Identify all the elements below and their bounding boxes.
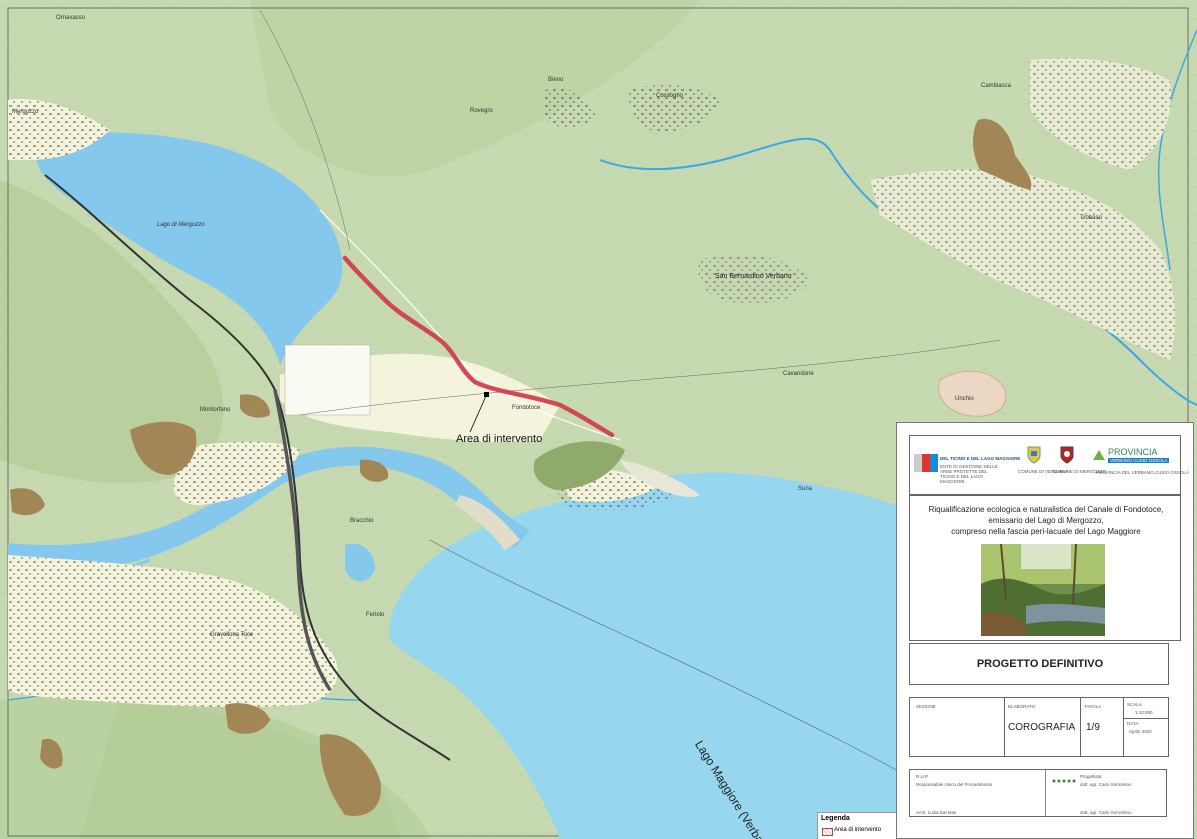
label-lago-mergozzo: Lago di Mergozzo [157, 222, 205, 228]
logos-box: DEL TICINO E DEL LAGO MAGGIORE ENTE DI G… [909, 435, 1189, 495]
mergozzo-crest-icon [1060, 446, 1074, 464]
label-fondotoce: Fondotoce [512, 405, 541, 411]
scala-label: SCALA [1127, 702, 1142, 707]
label-feriolo: Feriolo [366, 612, 385, 618]
label-montorfano: Montorfano [200, 407, 231, 413]
provincia-caption: PROVINCIA DEL VERBANO CUSIO OSSOLA [1096, 470, 1189, 475]
project-box: Riqualificazione ecologica e naturalisti… [909, 495, 1181, 641]
legend-swatch-intervento [822, 828, 833, 836]
label-area-intervento: Area di intervento [456, 433, 543, 445]
legend-item-label: Area di intervento [834, 827, 882, 833]
verbania-crest-icon [1027, 446, 1041, 464]
urban-white-field [284, 344, 371, 416]
data-value: Aprile 2022 [1129, 729, 1152, 734]
legend-title: Legenda [821, 815, 850, 822]
elaborato-value: COROGRAFIA [1008, 722, 1076, 733]
progettista-name: dott. agr. Carlo Sorrentino [1080, 782, 1132, 787]
label-cavandone: Cavandone [783, 371, 814, 377]
project-photo [981, 544, 1105, 636]
label-bieno: Bieno [548, 77, 564, 83]
rup-name: Arch. Luisa Dal Mas [916, 810, 957, 815]
label-ornavasso: Ornavasso [56, 15, 86, 21]
title-block: DEL TICINO E DEL LAGO MAGGIORE ENTE DI G… [896, 422, 1194, 839]
label-bracchio: Bracchio [350, 518, 374, 524]
stage-title: PROGETTO DEFINITIVO [976, 658, 1104, 670]
label-san-bernardino: San Bernardino Verbano [715, 273, 792, 280]
ente-logo [914, 452, 938, 474]
project-title-line-1: Riqualificazione ecologica e naturalisti… [928, 505, 1164, 514]
label-gravellona: Gravellona Toce [210, 632, 254, 638]
label-rovegro: Rovegro [470, 108, 493, 114]
label-trobaso: Trobaso [1080, 215, 1102, 221]
label-unchio: Unchio [955, 396, 974, 402]
stage-box: PROGETTO DEFINITIVO [909, 643, 1169, 685]
provincia-logo-icon [1092, 448, 1106, 462]
data-label: DATA [1127, 721, 1139, 726]
project-title-line-3: compreso nella fascia peri-lacuale del L… [951, 527, 1141, 536]
elaborato-label: ELABORATO [1008, 704, 1036, 709]
sezione-label: SEZIONE [916, 704, 936, 709]
ente-caption: ENTE DI GESTIONE DELLE AREE PROTETTE DEL… [940, 464, 998, 484]
credits-box: R.U.P. Responsabile Unico del Procedimen… [909, 769, 1167, 817]
progettista-signature: dott. agr. Carlo Sorrentino [1080, 810, 1132, 815]
rup-role: Responsabile Unico del Procedimento [916, 782, 993, 787]
tavola-label: TAVOLA [1084, 704, 1102, 709]
provincia-wordmark: PROVINCIA [1108, 447, 1158, 457]
progettista-logo [1050, 776, 1076, 790]
label-suna: Suna [798, 486, 813, 492]
legend: Legenda Area di intervento [817, 812, 899, 839]
label-cambiasca: Cambiasca [981, 83, 1012, 89]
map: Mergozzo Lago di Mergozzo Cossogno Cambi… [0, 0, 1197, 839]
provincia-subwordmark: VERBANO CUSIO OSSOLA [1108, 458, 1170, 463]
ente-text: DEL TICINO E DEL LAGO MAGGIORE [940, 456, 1021, 461]
tavola-value: 1/9 [1086, 722, 1100, 733]
area-pointer-tip [484, 392, 489, 397]
project-title: Riqualificazione ecologica e naturalisti… [910, 504, 1182, 537]
scala-value: 1:10.000 [1135, 710, 1153, 715]
progettista-label: Progettista [1080, 774, 1102, 779]
rup-label: R.U.P. [916, 774, 929, 779]
project-title-line-2: emissario del Lago di Mergozzo, [988, 516, 1104, 525]
label-mergozzo: Mergozzo [12, 109, 39, 115]
label-cossogno: Cossogno [656, 93, 684, 99]
info-table: SEZIONE ELABORATO COROGRAFIA TAVOLA 1/9 … [909, 697, 1169, 757]
